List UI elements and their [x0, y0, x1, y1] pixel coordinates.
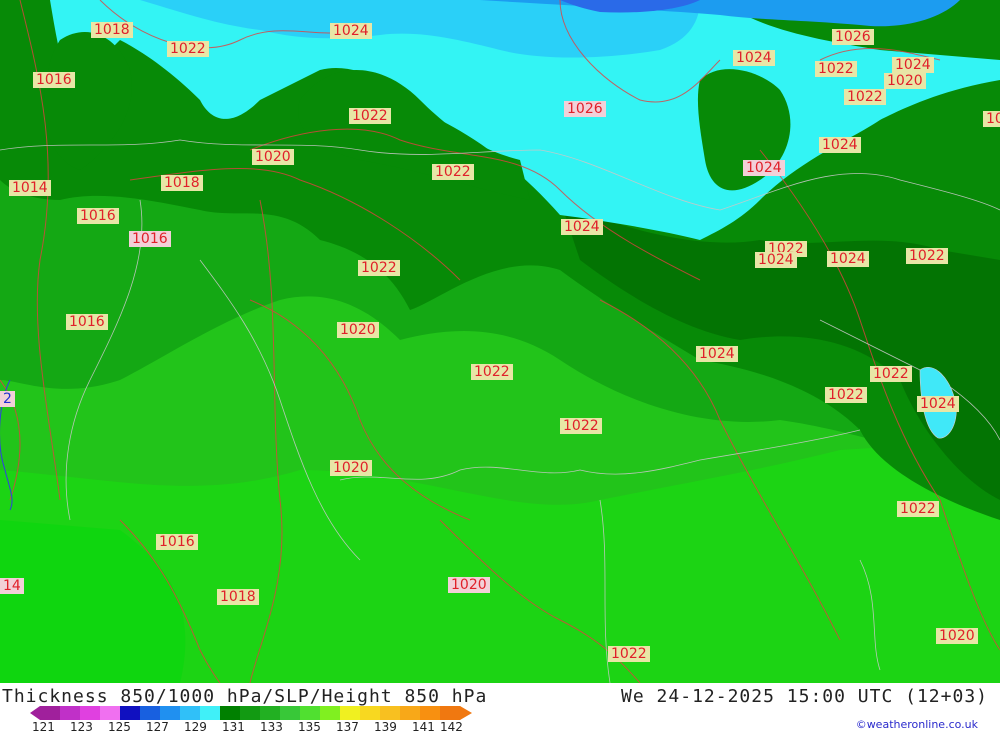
scale-swatch: [380, 706, 401, 720]
isobar-label: 1022: [815, 61, 857, 77]
isobar-label: 1022: [167, 41, 209, 57]
isobar-label: 1022: [897, 501, 939, 517]
isobar-label: 1022: [608, 646, 650, 662]
color-scale-bar: [30, 706, 472, 720]
isobar-label: 1022: [349, 108, 391, 124]
scale-swatch: [60, 706, 81, 720]
scale-tick-label: 129: [184, 720, 207, 734]
scale-tick-label: 139: [374, 720, 397, 734]
isobar-label: 1024: [755, 252, 797, 268]
scale-swatch: [80, 706, 101, 720]
credit[interactable]: ©weatheronline.co.uk: [856, 718, 978, 731]
isobar-label: 1014: [9, 180, 51, 196]
isobar-label: 1026: [832, 29, 874, 45]
isobar-label: 1016: [66, 314, 108, 330]
scale-swatch: [200, 706, 221, 720]
scale-swatch: [120, 706, 141, 720]
scale-swatch: [160, 706, 181, 720]
isobar-label: 1022: [471, 364, 513, 380]
scale-arrow-left: [30, 706, 40, 720]
scale-swatch: [320, 706, 341, 720]
isobar-label: 1024: [819, 137, 861, 153]
isobar-label: 1020: [936, 628, 978, 644]
isobar-label: 1020: [884, 73, 926, 89]
scale-swatch: [100, 706, 121, 720]
map-datetime: We 24-12-2025 15:00 UTC (12+03): [621, 686, 988, 707]
isobar-label: 1020: [330, 460, 372, 476]
scale-swatch: [280, 706, 301, 720]
isobar-label: 1018: [217, 589, 259, 605]
isobar-label: 1020: [252, 149, 294, 165]
scale-tick-label: 135: [298, 720, 321, 734]
isobar-label: 1024: [330, 23, 372, 39]
scale-swatch: [420, 706, 441, 720]
isobar-label: 1026: [564, 101, 606, 117]
isobar-label: 1024: [917, 396, 959, 412]
scale-tick-label: 127: [146, 720, 169, 734]
isobar-label: 1022: [825, 387, 867, 403]
scale-swatch: [220, 706, 241, 720]
scale-tick-label: 121: [32, 720, 55, 734]
isobar-label: 1016: [129, 231, 171, 247]
scale-swatch: [400, 706, 421, 720]
scale-swatch: [40, 706, 61, 720]
isobar-label: 1016: [33, 72, 75, 88]
isobar-label: 1024: [827, 251, 869, 267]
scale-arrow-right: [460, 706, 472, 720]
isobar-label: 1016: [77, 208, 119, 224]
isobar-label: 1024: [743, 160, 785, 176]
scale-swatch: [260, 706, 281, 720]
isobar-label: 1018: [91, 22, 133, 38]
scale-tick-label: 133: [260, 720, 283, 734]
isobar-label: 1024: [892, 57, 934, 73]
isobar-label: 1024: [733, 50, 775, 66]
scale-tick-label: 141: [412, 720, 435, 734]
scale-tick-label: 125: [108, 720, 131, 734]
isobar-label: 1022: [560, 418, 602, 434]
scale-tick-label: 142: [440, 720, 463, 734]
scale-swatch: [240, 706, 261, 720]
isobar-label: 1024: [561, 219, 603, 235]
isobar-label: 1022: [906, 248, 948, 264]
isobar-label: 1022: [432, 164, 474, 180]
scale-swatch: [180, 706, 201, 720]
isobar-label: 1020: [448, 577, 490, 593]
scale-swatch: [140, 706, 161, 720]
scale-swatch: [360, 706, 381, 720]
isobar-label: 14: [0, 578, 24, 594]
isobar-label: 1024: [696, 346, 738, 362]
isobar-label: 1022: [870, 366, 912, 382]
map-title: Thickness 850/1000 hPa/SLP/Height 850 hP…: [2, 686, 488, 707]
scale-tick-label: 123: [70, 720, 93, 734]
isobar-label: 1022: [844, 89, 886, 105]
isobar-label: 1022: [358, 260, 400, 276]
isobar-label: 1016: [156, 534, 198, 550]
scale-swatch: [340, 706, 361, 720]
scale-swatch: [440, 706, 461, 720]
isobar-label: 1018: [161, 175, 203, 191]
isobar-label: 2: [0, 391, 15, 407]
scale-tick-label: 131: [222, 720, 245, 734]
scale-tick-label: 137: [336, 720, 359, 734]
isobar-label: 10: [983, 111, 1000, 127]
isobar-label: 1020: [337, 322, 379, 338]
scale-swatch: [300, 706, 321, 720]
